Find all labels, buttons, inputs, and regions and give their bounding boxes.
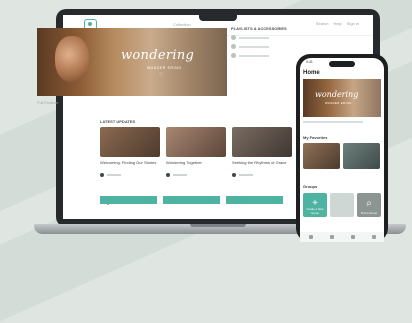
program-tile[interactable]: [163, 196, 220, 204]
favorites-list: [303, 143, 380, 169]
playlists-title: PLAYLISTS & ACCESSORIES: [231, 26, 287, 31]
playlist-item[interactable]: [231, 35, 297, 40]
status-time: 9:41: [306, 60, 313, 64]
top-link-search[interactable]: Search: [316, 21, 329, 26]
phone-hero-title: wondering: [315, 90, 359, 99]
phone-hero-banner[interactable]: wondering WANDER ERING: [303, 79, 381, 117]
hero-banner[interactable]: wondering WANDER ERING ♡: [37, 28, 227, 96]
profile-icon[interactable]: [371, 235, 376, 239]
heart-icon: ♡: [159, 72, 164, 78]
card-thumbnail: [166, 127, 226, 157]
hero-subtitle: WANDER ERING: [147, 66, 182, 70]
create-group-tile[interactable]: + Create a New Group: [303, 193, 327, 217]
top-links: Search Help Sign in: [316, 21, 359, 26]
content-card[interactable]: Seeking the Rhythms of Grace: [232, 127, 292, 177]
hero-photo: [55, 36, 89, 82]
section-latest-title: LATEST UPDATES: [100, 119, 136, 124]
favorite-card[interactable]: [343, 143, 380, 169]
find-group-label: Find a Group: [360, 211, 378, 215]
laptop-base-groove: [190, 224, 246, 227]
playlist-item[interactable]: [231, 53, 297, 58]
hero-title: wondering: [121, 48, 195, 63]
phone-tab-bar: [300, 232, 384, 242]
card-title: Wondering Together: [166, 160, 202, 165]
groups-icon[interactable]: [350, 235, 355, 239]
groups-title: Groups: [303, 184, 318, 189]
program-tile[interactable]: [226, 196, 283, 204]
top-link-help[interactable]: Help: [334, 21, 342, 26]
home-icon[interactable]: [308, 235, 313, 239]
card-meta: [100, 173, 160, 177]
nav-label[interactable]: Collection: [173, 22, 191, 27]
dynamic-island: [329, 61, 355, 67]
phone-hero-subtitle: WANDER ERING: [325, 101, 352, 105]
favorite-card[interactable]: [303, 143, 340, 169]
find-group-tile[interactable]: ⌕ Find a Group: [357, 193, 381, 217]
card-title: Seeking the Rhythms of Grace: [232, 160, 287, 165]
phone-page-title: Home: [303, 70, 320, 76]
hero-caption: Full Feature: [37, 100, 59, 105]
card-meta: [232, 173, 292, 177]
playlists-panel: PLAYLISTS & ACCESSORIES: [231, 26, 297, 58]
groups-list: + Create a New Group ⌕ Find a Group: [303, 193, 381, 217]
library-icon[interactable]: [329, 235, 334, 239]
search-icon: ⌕: [366, 198, 372, 209]
card-thumbnail: [232, 127, 292, 157]
card-thumbnail: [100, 127, 160, 157]
phone-hero-caption: [303, 121, 363, 123]
camera-notch: [199, 15, 237, 21]
program-tile[interactable]: [100, 196, 157, 204]
group-tile[interactable]: [330, 193, 354, 217]
playlist-item[interactable]: [231, 44, 297, 49]
favorites-title: My Favorites: [303, 135, 328, 140]
card-title: Welcoming: Finding Our Stories: [100, 160, 157, 165]
content-card[interactable]: Wondering Together: [166, 127, 226, 177]
card-meta: [166, 173, 226, 177]
top-link-sign-in[interactable]: Sign in: [347, 21, 359, 26]
content-card[interactable]: Welcoming: Finding Our Stories: [100, 127, 160, 177]
create-group-label: Create a New Group: [306, 207, 324, 215]
